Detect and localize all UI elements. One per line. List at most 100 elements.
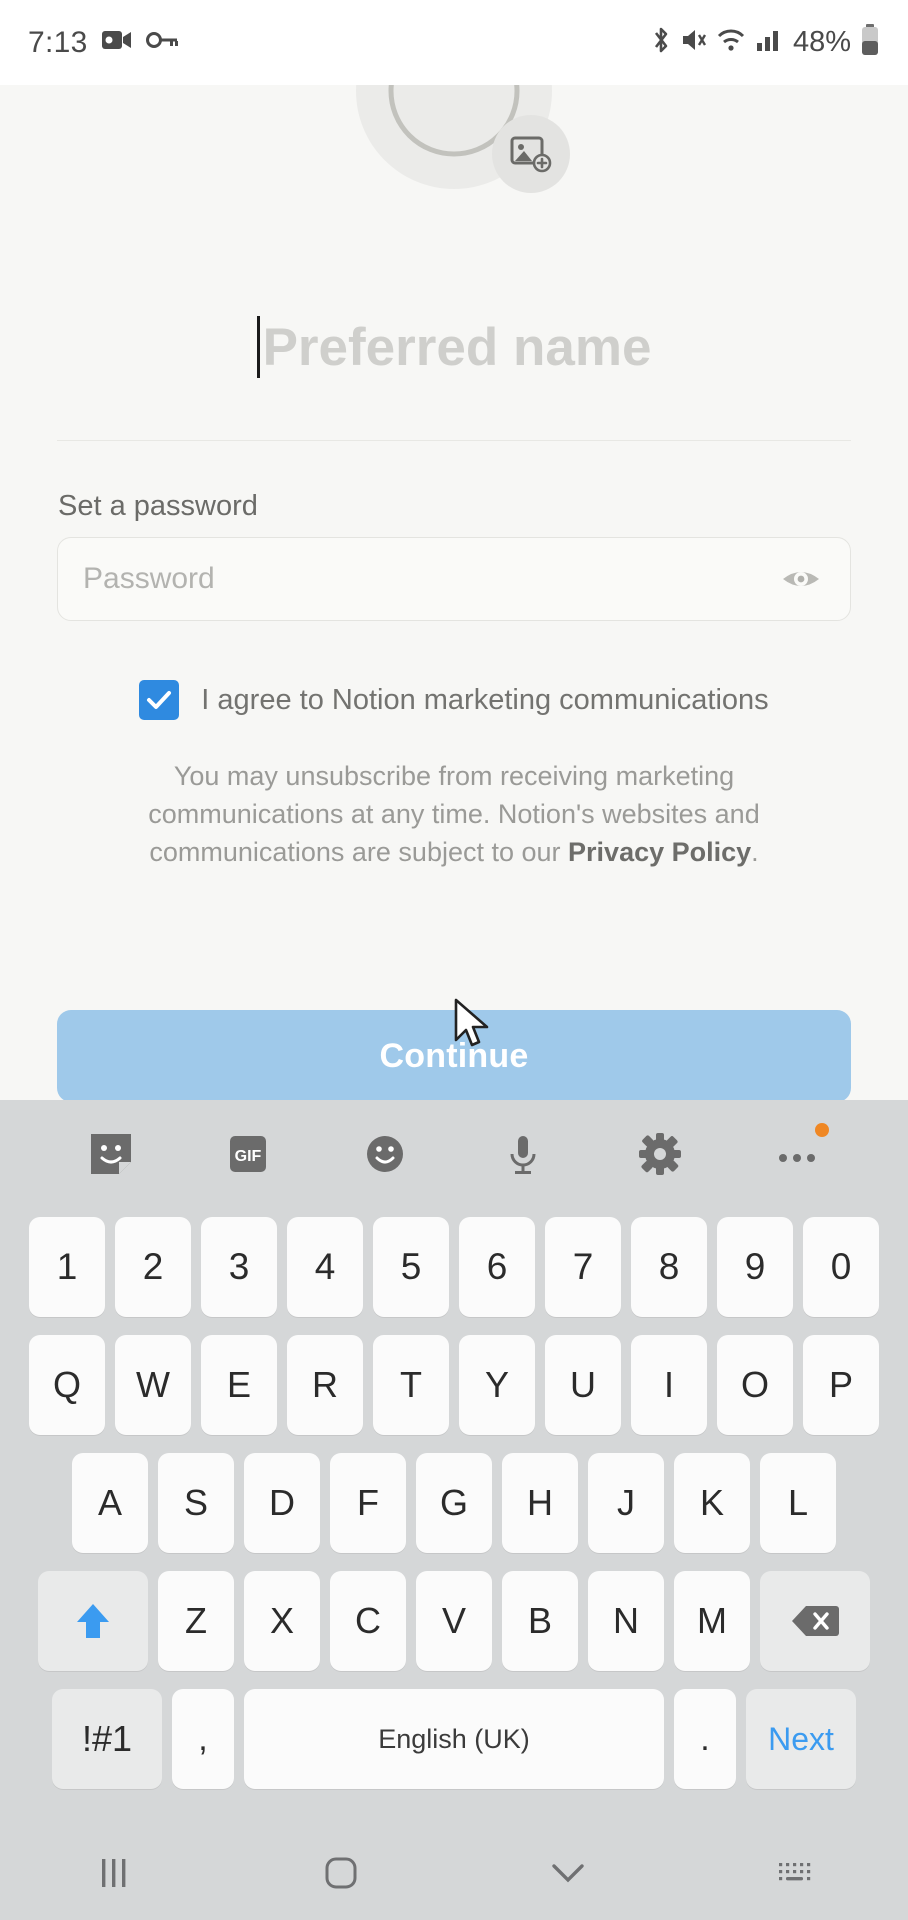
password-label: Set a password [58,490,258,522]
on-screen-keyboard: G I F 1 2 3 4 5 6 7 8 9 0 Q W E R T Y U I … [0,1100,908,1825]
more-options-icon[interactable] [769,1123,830,1182]
continue-button-label: Continue [379,1036,529,1075]
key-z[interactable]: Z [158,1571,234,1671]
phone-screen: 7:13 48% Preferred name Set a password P… [0,0,908,1920]
continue-button[interactable]: Continue [57,1010,851,1100]
backspace-icon [792,1606,839,1636]
keyboard-row-numbers: 1 2 3 4 5 6 7 8 9 0 [0,1208,908,1326]
status-time: 7:13 [28,25,88,59]
key-t[interactable]: T [373,1335,449,1435]
svg-text:GIF: GIF [235,1148,262,1165]
sticker-icon[interactable] [83,1126,139,1182]
system-nav-bar [0,1825,908,1920]
shift-icon [77,1604,109,1638]
marketing-disclaimer: You may unsubscribe from receiving marke… [108,757,800,871]
key-4[interactable]: 4 [287,1217,363,1317]
key-9[interactable]: 9 [717,1217,793,1317]
text-cursor [256,316,260,378]
password-field[interactable]: Password [57,537,851,621]
key-3[interactable]: 3 [201,1217,277,1317]
key-f[interactable]: F [330,1453,406,1553]
key-v[interactable]: V [416,1571,492,1671]
marketing-consent-checkbox[interactable] [139,680,180,720]
bluetooth-icon [650,25,672,60]
key-1[interactable]: 1 [29,1217,105,1317]
key-r[interactable]: R [287,1335,363,1435]
key-s[interactable]: S [158,1453,234,1553]
key-7[interactable]: 7 [545,1217,621,1317]
check-icon [147,691,172,709]
keyboard-switch-button[interactable] [681,1858,908,1888]
key-2[interactable]: 2 [115,1217,191,1317]
key-d[interactable]: D [244,1453,320,1553]
privacy-policy-link[interactable]: Privacy Policy [568,837,751,867]
key-j[interactable]: J [588,1453,664,1553]
status-bar: 7:13 48% [0,0,908,85]
key-g[interactable]: G [416,1453,492,1553]
wifi-icon [716,27,746,58]
video-camera-icon [101,29,132,56]
key-k[interactable]: K [674,1453,750,1553]
key-e[interactable]: E [201,1335,277,1435]
key-6[interactable]: 6 [459,1217,535,1317]
key-u[interactable]: U [545,1335,621,1435]
keyboard-row-bottom: Z X C V B N M [0,1562,908,1680]
battery-icon [860,24,880,61]
symbols-key[interactable]: !#1 [52,1689,162,1789]
keyboard-rows: 1 2 3 4 5 6 7 8 9 0 Q W E R T Y U I O P … [0,1208,908,1798]
key-x[interactable]: X [244,1571,320,1671]
avatar[interactable] [356,85,570,193]
settings-gear-icon[interactable] [632,1126,688,1182]
key-w[interactable]: W [115,1335,191,1435]
key-0[interactable]: 0 [803,1217,879,1317]
key-y[interactable]: Y [459,1335,535,1435]
period-key[interactable]: . [674,1689,736,1789]
status-bar-right: 48% [650,24,880,61]
notion-signup-screen: Preferred name Set a password Password I… [0,85,908,1100]
section-divider [57,440,851,441]
key-8[interactable]: 8 [631,1217,707,1317]
home-icon [325,1857,356,1888]
keyboard-toolbar: GIF [0,1100,908,1208]
mute-icon [681,26,707,59]
recents-button[interactable] [0,1856,227,1890]
microphone-icon[interactable] [495,1126,551,1182]
comma-key[interactable]: , [172,1689,234,1789]
backspace-key[interactable] [760,1571,870,1671]
key-l[interactable]: L [760,1453,836,1553]
keyboard-row-home: A S D F G H J K L [0,1444,908,1562]
signal-icon [755,27,781,58]
key-p[interactable]: P [803,1335,879,1435]
add-photo-icon [510,136,552,173]
keyboard-row-top: Q W E R T Y U I O P [0,1326,908,1444]
add-photo-button[interactable] [492,115,570,193]
more-options-badge [815,1123,830,1137]
key-o[interactable]: O [717,1335,793,1435]
key-h[interactable]: H [502,1453,578,1553]
disclaimer-text-after: . [751,837,759,867]
key-m[interactable]: M [674,1571,750,1671]
marketing-consent-row[interactable]: I agree to Notion marketing communicatio… [0,680,908,720]
hide-keyboard-button[interactable] [454,1860,681,1886]
space-key[interactable]: English (UK) [244,1689,664,1789]
keyboard-row-last: !#1 , English (UK) . Next [0,1680,908,1798]
eye-icon[interactable] [780,558,822,600]
next-key[interactable]: Next [746,1689,856,1789]
key-i[interactable]: I [631,1335,707,1435]
key-n[interactable]: N [588,1571,664,1671]
status-bar-left: 7:13 [28,26,178,60]
emoji-icon[interactable] [357,1126,413,1182]
gif-icon[interactable]: GIF [220,1126,276,1182]
password-placeholder: Password [83,562,215,595]
key-a[interactable]: A [72,1453,148,1553]
key-icon [145,30,178,55]
preferred-name-input[interactable]: Preferred name [0,307,908,387]
home-button[interactable] [227,1854,454,1892]
recents-icon [101,1858,125,1887]
key-b[interactable]: B [502,1571,578,1671]
battery-percent: 48% [792,26,851,58]
key-q[interactable]: Q [29,1335,105,1435]
key-5[interactable]: 5 [373,1217,449,1317]
shift-key[interactable] [38,1571,148,1671]
key-c[interactable]: C [330,1571,406,1671]
